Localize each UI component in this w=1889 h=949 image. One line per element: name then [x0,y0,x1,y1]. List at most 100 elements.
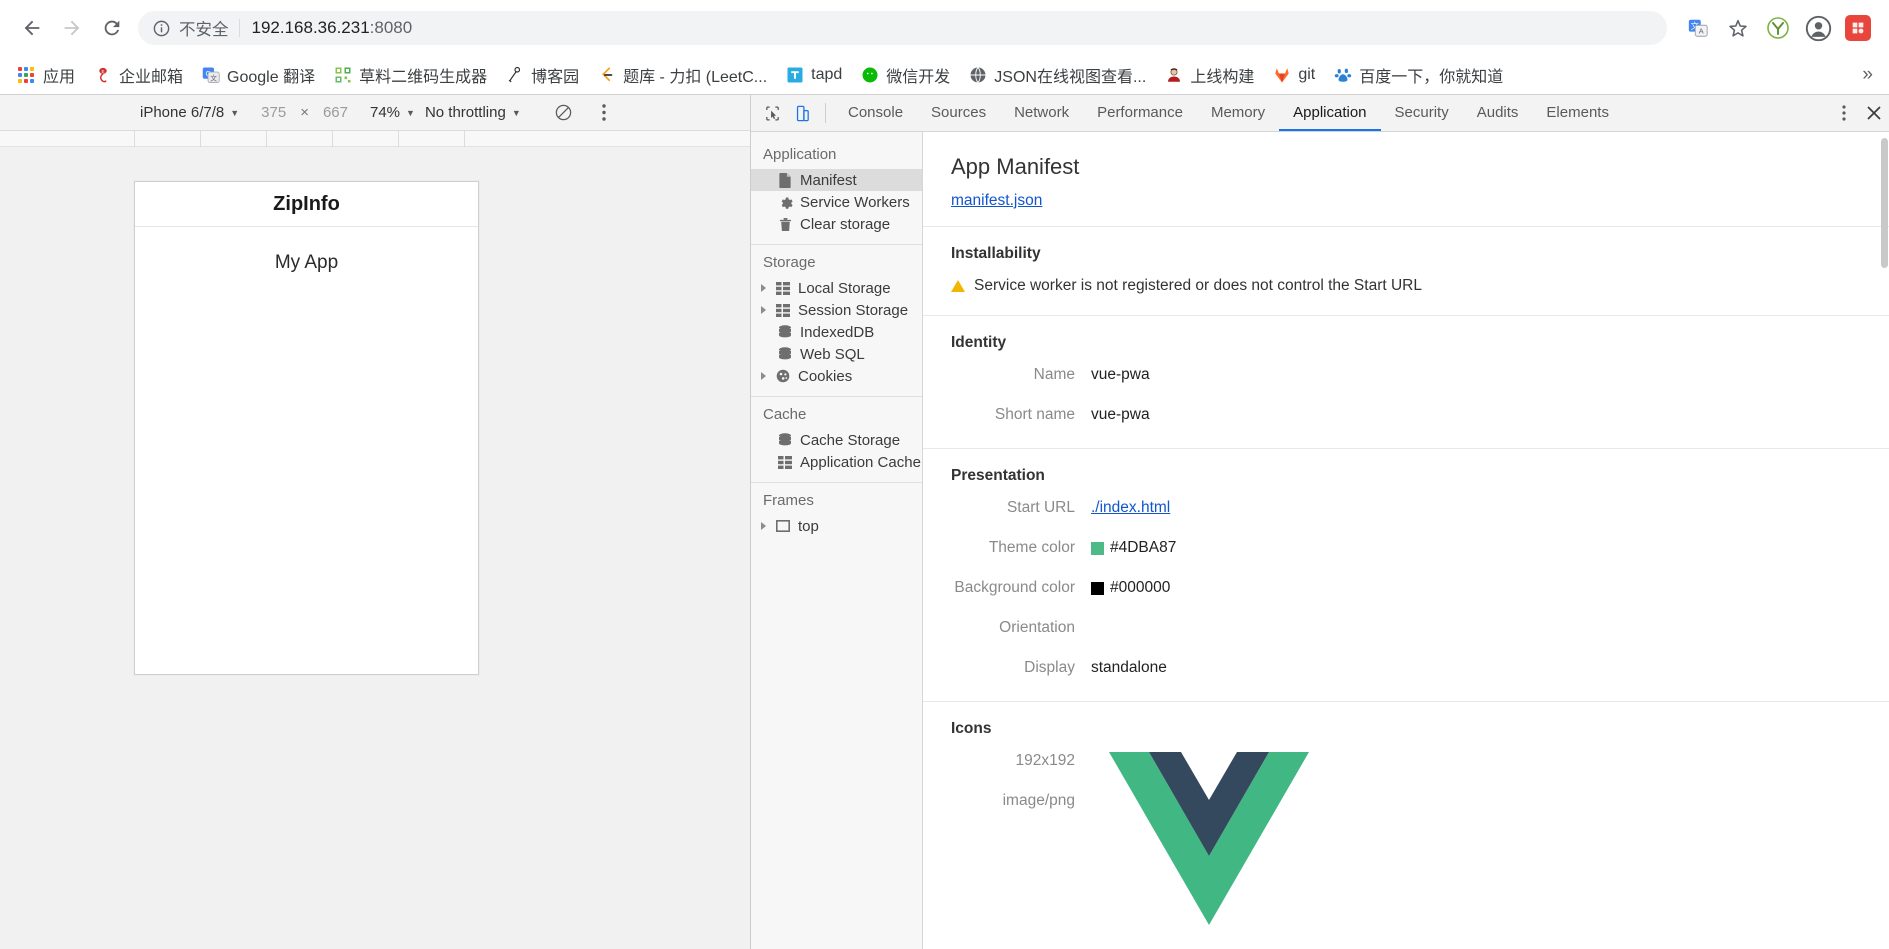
tab-network[interactable]: Network [1000,95,1083,131]
devtools-kebab-menu-icon[interactable] [1829,95,1859,131]
bookmark-baidu[interactable]: 百度一下，你就知道 [1324,60,1512,90]
zoom-selector[interactable]: 74% ▼ [370,104,415,121]
presentation-heading: Presentation [951,467,1045,484]
start-url-link[interactable]: ./index.html [1091,499,1170,517]
device-selector[interactable]: iPhone 6/7/8 ▼ [140,104,239,121]
sidebar-item-service-workers[interactable]: Service Workers [751,191,922,213]
tab-sources[interactable]: Sources [917,95,1000,131]
field-label: Short name [994,406,1075,423]
extension-red-icon[interactable] [1839,9,1877,47]
bookmark-qiye-mail[interactable]: E 企业邮箱 [84,60,192,90]
viewport-width-input[interactable]: 375 [261,104,286,121]
table-icon [777,454,793,470]
gitlab-icon [1272,66,1291,85]
sidebar-item-cache-storage[interactable]: Cache Storage [751,429,922,451]
star-icon[interactable] [1719,9,1757,47]
devtools-tabbar: Console Sources Network Performance Memo… [751,95,1889,132]
sidebar-group-storage: Storage [763,254,816,271]
sidebar-item-label: Service Workers [800,193,910,211]
bookmark-build-deploy[interactable]: 上线构建 [1155,60,1263,90]
translate-icon[interactable]: 文A [1679,9,1717,47]
device-emulation-pane: iPhone 6/7/8 ▼ 375 × 667 74% ▼ No thrott… [0,95,751,949]
expand-arrow-icon[interactable] [761,284,766,292]
tab-security[interactable]: Security [1381,95,1463,131]
tab-application[interactable]: Application [1279,95,1381,131]
bookmark-label: 应用 [43,69,76,86]
address-bar[interactable]: 不安全 192.168.36.231:8080 [138,11,1667,45]
back-button[interactable] [12,8,52,48]
manifest-document-icon [777,172,793,188]
browser-toolbar: 不安全 192.168.36.231:8080 文A [0,0,1889,56]
device-ruler [0,131,750,147]
close-devtools-icon[interactable] [1859,95,1889,131]
sidebar-item-label: Web SQL [800,345,865,363]
bookmark-json-viewer[interactable]: JSON在线视图查看... [959,60,1155,90]
sidebar-item-session-storage[interactable]: Session Storage [751,299,922,321]
tab-performance[interactable]: Performance [1083,95,1197,131]
bookmark-qrcode[interactable]: 草料二维码生成器 [324,60,496,90]
field-value: vue-pwa [1091,406,1150,423]
expand-arrow-icon[interactable] [761,522,766,530]
kebab-menu-icon[interactable] [589,98,619,128]
frame-icon [775,518,791,534]
sidebar-item-frame-top[interactable]: top [751,515,922,537]
bookmark-label: tapd [811,66,843,83]
tab-audits[interactable]: Audits [1463,95,1533,131]
bookmark-cnblogs[interactable]: 博客园 [496,60,588,90]
presentation-section: Presentation Start URL ./index.html Them… [923,449,1889,702]
expand-arrow-icon[interactable] [761,306,766,314]
warning-triangle-icon [951,280,965,292]
device-canvas[interactable]: ZipInfo My App [0,131,750,949]
inspect-element-icon[interactable] [757,95,787,131]
sidebar-item-cookies[interactable]: Cookies [751,365,922,387]
svg-text:A: A [1699,27,1704,36]
tab-label: Memory [1210,103,1266,121]
viewport-height-input[interactable]: 667 [323,104,348,121]
devtools-main: Application Manifest Service Workers Cle… [751,132,1889,949]
trash-icon [777,216,793,232]
bookmark-git[interactable]: git [1263,60,1324,90]
sidebar-item-label: IndexedDB [800,323,875,341]
toggle-device-toolbar-icon[interactable] [787,95,817,131]
background-color-value: #000000 [1110,579,1171,596]
manifest-json-link[interactable]: manifest.json [951,192,1042,210]
rotate-icon[interactable] [549,98,579,128]
sidebar-item-web-sql[interactable]: Web SQL [751,343,922,365]
installability-section: Installability Service worker is not reg… [923,227,1889,316]
bookmark-apps[interactable]: 应用 [8,60,84,90]
forward-button[interactable] [52,8,92,48]
sidebar-item-label: Local Storage [798,279,891,297]
sidebar-item-application-cache[interactable]: Application Cache [751,451,922,473]
tab-memory[interactable]: Memory [1197,95,1279,131]
sidebar-item-manifest[interactable]: Manifest [751,169,922,191]
sidebar-divider [751,244,922,245]
profile-avatar[interactable] [1799,9,1837,47]
bookmark-leetcode[interactable]: 题库 - 力扣 (LeetC... [588,60,776,90]
security-status-label[interactable]: 不安全 [179,16,229,40]
bookmark-google-translate[interactable]: G文 Google 翻译 [192,60,324,90]
tab-elements[interactable]: Elements [1532,95,1623,131]
url-text[interactable]: 192.168.36.231:8080 [252,18,413,38]
sidebar-item-clear-storage[interactable]: Clear storage [751,213,922,235]
throttling-selector[interactable]: No throttling ▼ [425,104,521,121]
device-viewport[interactable]: ZipInfo My App [134,181,479,675]
svg-text:文: 文 [210,73,217,82]
info-circle-icon[interactable] [152,19,171,38]
bookmarks-overflow-button[interactable]: » [1854,64,1881,86]
sidebar-group-application: Application [763,146,837,163]
tab-label: Console [848,103,904,121]
devtools-workspace: iPhone 6/7/8 ▼ 375 × 667 74% ▼ No thrott… [0,94,1889,949]
expand-arrow-icon[interactable] [761,372,766,380]
extension-y-icon[interactable] [1759,9,1797,47]
sidebar-item-indexeddb[interactable]: IndexedDB [751,321,922,343]
tab-console[interactable]: Console [834,95,917,131]
url-port: :8080 [369,18,413,37]
bookmark-label: Google 翻译 [227,69,316,86]
identity-heading: Identity [951,334,1007,351]
field-label: Theme color [988,539,1075,556]
manifest-scrollbar[interactable] [1881,138,1888,268]
sidebar-item-local-storage[interactable]: Local Storage [751,277,922,299]
bookmark-tapd[interactable]: tapd [776,60,851,90]
bookmark-wechat-dev[interactable]: 微信开发 [851,60,959,90]
reload-button[interactable] [92,8,132,48]
